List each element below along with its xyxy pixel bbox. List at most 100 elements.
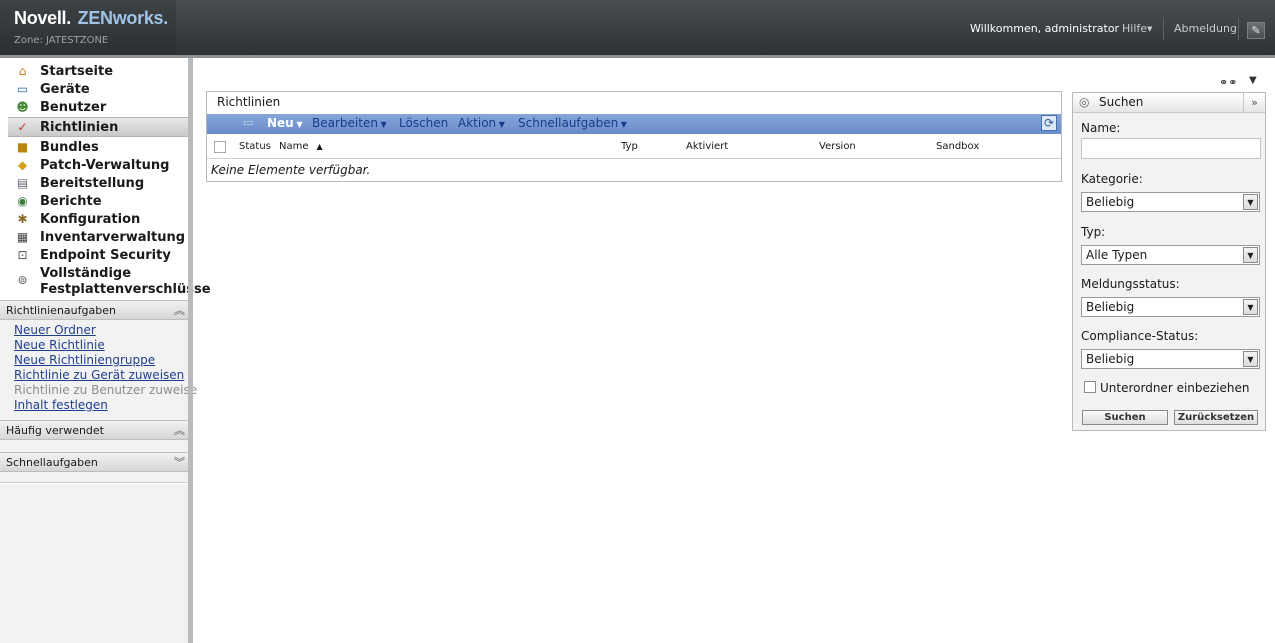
compliance-status-select[interactable]: Beliebig ▼: [1081, 349, 1260, 369]
nav-item-konfiguration[interactable]: ✱ Konfiguration: [0, 210, 188, 228]
sort-ascending-icon: ▲: [316, 142, 323, 151]
nav-item-label: Endpoint Security: [40, 248, 171, 263]
nav-item-label: Patch-Verwaltung: [40, 158, 170, 173]
inventory-icon: ▦: [16, 230, 29, 244]
task-inhalt-festlegen[interactable]: Inhalt festlegen: [14, 398, 108, 412]
link-icon[interactable]: ⚭⚭: [1219, 76, 1237, 89]
panel-title: Richtlinien: [217, 95, 281, 109]
section-header-schnellaufgaben[interactable]: Schnellaufgaben ︾: [0, 452, 188, 472]
subfolders-label: Unterordner einbeziehen: [1100, 381, 1250, 395]
search-button[interactable]: Suchen: [1082, 410, 1168, 425]
chevron-down-icon[interactable]: ▼: [1243, 194, 1258, 210]
section-title: Richtlinienaufgaben: [6, 304, 116, 317]
section-header-haeufig-verwendet[interactable]: Häufig verwendet ︽: [0, 420, 188, 440]
chevron-down-icon[interactable]: ▼: [1243, 351, 1258, 367]
section-header-richtlinienaufgaben[interactable]: Richtlinienaufgaben ︽: [0, 300, 188, 320]
search-panel-title: Suchen: [1099, 95, 1144, 109]
subfolders-checkbox[interactable]: [1084, 381, 1096, 393]
category-select[interactable]: Beliebig ▼: [1081, 192, 1260, 212]
name-input[interactable]: [1081, 138, 1261, 159]
select-all-checkbox[interactable]: [214, 141, 226, 153]
column-header-row: Status Name ▲ Typ Aktiviert Version Sandb…: [207, 135, 1061, 159]
column-sandbox[interactable]: Sandbox: [936, 141, 979, 152]
new-button[interactable]: Neu ▼: [267, 116, 303, 130]
section-title: Häufig verwendet: [6, 424, 104, 437]
category-label: Kategorie:: [1081, 172, 1143, 186]
nav-item-bundles[interactable]: ■ Bundles: [0, 138, 188, 156]
app-header: Novell. ZENworks. Zone: JATESTZONE Willk…: [0, 0, 1275, 55]
delete-button[interactable]: Löschen: [399, 116, 448, 130]
logo-novell: Novell.: [14, 8, 71, 28]
chevron-down-icon[interactable]: ▼: [1243, 299, 1258, 315]
column-version[interactable]: Version: [819, 141, 856, 152]
nav-item-label: Geräte: [40, 82, 90, 97]
quick-tasks-button-label: Schnellaufgaben: [518, 116, 619, 130]
nav-item-label: Startseite: [40, 64, 114, 79]
nav-item-festplattenverschluesselung[interactable]: ⊚ Vollständige Festplattenverschlüsse: [0, 264, 210, 298]
nav-item-benutzer[interactable]: ☻ Benutzer: [0, 98, 188, 116]
nav-item-label: Richtlinien: [40, 120, 119, 135]
nav-item-richtlinien[interactable]: ✓ Richtlinien: [8, 117, 188, 137]
nav-item-geraete[interactable]: ▭ Geräte: [0, 80, 188, 98]
chevron-down-icon: ▼: [377, 120, 387, 129]
column-status[interactable]: Status: [239, 141, 271, 152]
header-divider: [1163, 18, 1164, 40]
task-neue-richtlinie[interactable]: Neue Richtlinie: [14, 338, 105, 352]
left-panel-splitter[interactable]: [188, 58, 193, 643]
policies-icon: ✓: [17, 120, 28, 134]
chevron-down-icon[interactable]: ▼: [1243, 247, 1258, 263]
nav-item-patch-verwaltung[interactable]: ◆ Patch-Verwaltung: [0, 156, 188, 174]
header-divider: [1238, 18, 1239, 40]
section-title: Schnellaufgaben: [6, 456, 98, 469]
task-richtlinie-zu-geraet[interactable]: Richtlinie zu Gerät zuweisen: [14, 368, 184, 382]
message-status-select[interactable]: Beliebig ▼: [1081, 297, 1260, 317]
logout-link[interactable]: Abmeldung: [1174, 22, 1237, 35]
expand-icon[interactable]: ︾: [174, 454, 185, 470]
collapse-panel-icon[interactable]: »: [1243, 93, 1265, 113]
empty-message: Keine Elemente verfügbar.: [211, 163, 371, 177]
nav-item-startseite[interactable]: ⌂ Startseite: [0, 62, 188, 80]
nav-item-label: Benutzer: [40, 100, 107, 115]
category-value: Beliebig: [1086, 195, 1135, 209]
quick-tasks-button[interactable]: Schnellaufgaben ▼: [518, 116, 627, 130]
policies-panel: Richtlinien ▭ Neu ▼ Bearbeiten ▼ Löschen…: [206, 91, 1062, 182]
column-name[interactable]: Name ▲: [279, 141, 323, 152]
collapse-icon[interactable]: ︽: [174, 422, 185, 438]
edit-button[interactable]: Bearbeiten ▼: [312, 116, 387, 130]
help-label: Hilfe: [1122, 22, 1148, 35]
action-button[interactable]: Aktion ▼: [458, 116, 505, 130]
left-navigation: ⌂ Startseite ▭ Geräte ☻ Benutzer ✓ Richt…: [0, 58, 211, 643]
nav-item-bereitstellung[interactable]: ▤ Bereitstellung: [0, 174, 188, 192]
deployment-icon: ▤: [16, 176, 29, 190]
patch-icon: ◆: [17, 158, 28, 172]
message-status-value: Beliebig: [1086, 300, 1135, 314]
help-menu[interactable]: Hilfe▼: [1122, 22, 1152, 35]
nav-item-inventarverwaltung[interactable]: ▦ Inventarverwaltung: [0, 228, 188, 246]
collapse-icon[interactable]: ︽: [174, 302, 185, 318]
nav-item-label: Konfiguration: [40, 212, 141, 227]
type-select[interactable]: Alle Typen ▼: [1081, 245, 1260, 265]
new-button-label: Neu: [267, 116, 294, 130]
chevron-down-icon: ▼: [1147, 25, 1153, 33]
nav-item-endpoint-security[interactable]: ⊡ Endpoint Security: [0, 246, 188, 264]
column-typ[interactable]: Typ: [621, 141, 638, 152]
nav-item-label-line2: Festplattenverschlüsse: [40, 282, 211, 297]
name-label: Name:: [1081, 121, 1121, 135]
edit-button-label: Bearbeiten: [312, 116, 378, 130]
nav-item-label: Berichte: [40, 194, 102, 209]
chevron-down-icon[interactable]: ▼: [1249, 75, 1257, 86]
column-aktiviert[interactable]: Aktiviert: [686, 141, 728, 152]
reports-icon: ◉: [17, 194, 28, 208]
tools-icon[interactable]: ✎: [1247, 22, 1265, 39]
devices-icon: ▭: [16, 82, 29, 96]
folder-up-icon[interactable]: ▭: [243, 116, 253, 129]
task-neuer-ordner[interactable]: Neuer Ordner: [14, 323, 96, 337]
refresh-icon[interactable]: ⟳: [1041, 115, 1057, 131]
bundles-icon: ■: [16, 140, 29, 154]
task-neue-richtliniengruppe[interactable]: Neue Richtliniengruppe: [14, 353, 155, 367]
search-icon: ◎: [1079, 95, 1090, 109]
nav-item-berichte[interactable]: ◉ Berichte: [0, 192, 188, 210]
reset-button[interactable]: Zurücksetzen: [1174, 410, 1258, 425]
zone-label: Zone: JATESTZONE: [14, 35, 109, 46]
chevron-down-icon: ▼: [618, 120, 627, 129]
